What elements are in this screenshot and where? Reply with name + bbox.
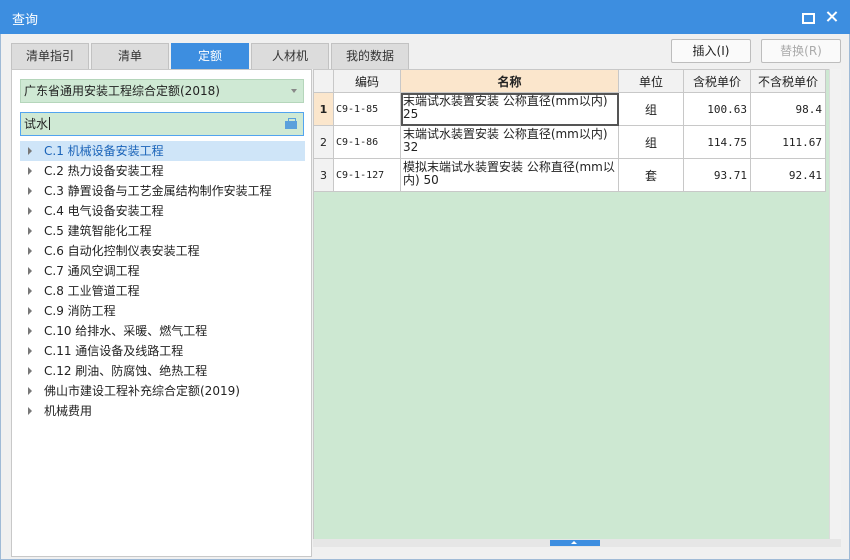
- tree-item-label: C.11 通信设备及线路工程: [44, 344, 184, 358]
- table-corner: [313, 69, 334, 93]
- tree-item-label: 机械费用: [44, 404, 93, 418]
- insert-button[interactable]: 插入(I): [671, 39, 751, 63]
- cell-name[interactable]: 末端试水装置安装 公称直径(mm以内) 32: [400, 125, 619, 159]
- library-select-value: 广东省通用安装工程综合定额(2018): [24, 84, 220, 98]
- column-header-unit[interactable]: 单位: [618, 69, 684, 93]
- column-header-price-notax[interactable]: 不含税单价: [750, 69, 826, 93]
- tree-item[interactable]: C.12 刷油、防腐蚀、绝热工程: [20, 361, 305, 381]
- tree-item[interactable]: C.4 电气设备安装工程: [20, 201, 305, 221]
- results-table: 编码 名称 单位 含税单价 不含税单价 1 C9-1-85 末端试水装置安装 公…: [313, 69, 826, 192]
- tree-item-label: C.12 刷油、防腐蚀、绝热工程: [44, 364, 208, 378]
- tree-item[interactable]: C.11 通信设备及线路工程: [20, 341, 305, 361]
- dialog-body: 清单指引 清单 定额 人材机 我的数据 插入(I) 替换(R) 广东省通用安装工…: [0, 34, 850, 560]
- left-pane: 广东省通用安装工程综合定额(2018) 试水 C.1 机械设备安装工程 C.2 …: [11, 69, 312, 557]
- text-cursor: [49, 117, 51, 130]
- replace-button[interactable]: 替换(R): [761, 39, 841, 63]
- tree-item-label: C.7 通风空调工程: [44, 264, 140, 278]
- row-number: 3: [313, 158, 334, 192]
- cell-unit[interactable]: 套: [618, 158, 684, 192]
- tree-item-label: C.8 工业管道工程: [44, 284, 140, 298]
- tree-item[interactable]: C.1 机械设备安装工程: [20, 141, 305, 161]
- row-number: 1: [313, 92, 334, 126]
- cell-price-notax[interactable]: 98.4: [750, 92, 826, 126]
- expand-arrow-icon[interactable]: [28, 247, 32, 255]
- cell-name[interactable]: 末端试水装置安装 公称直径(mm以内) 25: [400, 92, 619, 126]
- search-input-value: 试水: [24, 117, 49, 131]
- tab-bill[interactable]: 清单: [91, 43, 169, 69]
- cell-unit[interactable]: 组: [618, 92, 684, 126]
- expand-arrow-icon[interactable]: [28, 147, 32, 155]
- cell-code[interactable]: C9-1-86: [333, 125, 401, 159]
- cell-price-tax[interactable]: 100.63: [683, 92, 751, 126]
- search-input[interactable]: 试水: [20, 112, 304, 136]
- expand-arrow-icon[interactable]: [28, 407, 32, 415]
- expand-arrow-icon[interactable]: [28, 387, 32, 395]
- tree-item[interactable]: 佛山市建设工程补充综合定额(2019): [20, 381, 305, 401]
- cell-price-notax[interactable]: 111.67: [750, 125, 826, 159]
- maximize-icon[interactable]: [798, 8, 816, 26]
- column-header-price-tax[interactable]: 含税单价: [683, 69, 751, 93]
- cell-price-tax[interactable]: 114.75: [683, 125, 751, 159]
- tree-item-label: C.10 给排水、采暖、燃气工程: [44, 324, 208, 338]
- tree-item-label: C.3 静置设备与工艺金属结构制作安装工程: [44, 184, 272, 198]
- tree-item[interactable]: C.8 工业管道工程: [20, 281, 305, 301]
- column-header-name[interactable]: 名称: [400, 69, 619, 93]
- library-select[interactable]: 广东省通用安装工程综合定额(2018): [20, 79, 304, 103]
- tree-item-label: C.6 自动化控制仪表安装工程: [44, 244, 200, 258]
- tree-item[interactable]: C.2 热力设备安装工程: [20, 161, 305, 181]
- tree-item[interactable]: C.9 消防工程: [20, 301, 305, 321]
- row-number: 2: [313, 125, 334, 159]
- tab-my-data[interactable]: 我的数据: [331, 43, 409, 69]
- tree-item[interactable]: C.7 通风空调工程: [20, 261, 305, 281]
- cell-name[interactable]: 模拟末端试水装置安装 公称直径(mm以内) 50: [400, 158, 619, 192]
- cell-price-tax[interactable]: 93.71: [683, 158, 751, 192]
- expand-arrow-icon[interactable]: [28, 167, 32, 175]
- expand-arrow-icon[interactable]: [28, 267, 32, 275]
- cell-code[interactable]: C9-1-85: [333, 92, 401, 126]
- tree-item-label: C.1 机械设备安装工程: [44, 144, 164, 158]
- tree-item[interactable]: C.3 静置设备与工艺金属结构制作安装工程: [20, 181, 305, 201]
- vertical-scrollbar[interactable]: [829, 69, 841, 547]
- column-header-code[interactable]: 编码: [333, 69, 401, 93]
- window-title: 查询: [12, 13, 39, 28]
- scroll-thumb[interactable]: [550, 540, 600, 546]
- tree-item-label: C.2 热力设备安装工程: [44, 164, 164, 178]
- tree-item-label: C.5 建筑智能化工程: [44, 224, 152, 238]
- table-row[interactable]: 1 C9-1-85 末端试水装置安装 公称直径(mm以内) 25 组 100.6…: [313, 92, 826, 126]
- expand-arrow-icon[interactable]: [28, 287, 32, 295]
- chevron-down-icon[interactable]: [291, 89, 297, 93]
- tree-item[interactable]: C.10 给排水、采暖、燃气工程: [20, 321, 305, 341]
- title-bar: 查询: [0, 0, 850, 34]
- table-header-row: 编码 名称 单位 含税单价 不含税单价: [313, 69, 826, 93]
- expand-arrow-icon[interactable]: [28, 347, 32, 355]
- cell-price-notax[interactable]: 92.41: [750, 158, 826, 192]
- table-row[interactable]: 3 C9-1-127 模拟末端试水装置安装 公称直径(mm以内) 50 套 93…: [313, 158, 826, 192]
- expand-arrow-icon[interactable]: [28, 367, 32, 375]
- tab-bill-guide[interactable]: 清单指引: [11, 43, 89, 69]
- expand-arrow-icon[interactable]: [28, 187, 32, 195]
- tree-item[interactable]: C.5 建筑智能化工程: [20, 221, 305, 241]
- cell-code[interactable]: C9-1-127: [333, 158, 401, 192]
- tab-labor-material-machine[interactable]: 人材机: [251, 43, 329, 69]
- horizontal-scrollbar[interactable]: [313, 539, 841, 547]
- cell-unit[interactable]: 组: [618, 125, 684, 159]
- tree-item-label: C.4 电气设备安装工程: [44, 204, 164, 218]
- clear-filter-icon[interactable]: [285, 118, 297, 129]
- expand-arrow-icon[interactable]: [28, 227, 32, 235]
- tree-item-label: C.9 消防工程: [44, 304, 116, 318]
- expand-arrow-icon[interactable]: [28, 327, 32, 335]
- tab-quota[interactable]: 定额: [171, 43, 249, 69]
- chapter-tree: C.1 机械设备安装工程 C.2 热力设备安装工程 C.3 静置设备与工艺金属结…: [20, 141, 305, 421]
- table-row[interactable]: 2 C9-1-86 末端试水装置安装 公称直径(mm以内) 32 组 114.7…: [313, 125, 826, 159]
- close-icon[interactable]: [823, 8, 841, 26]
- expand-arrow-icon[interactable]: [28, 207, 32, 215]
- tree-item[interactable]: C.6 自动化控制仪表安装工程: [20, 241, 305, 261]
- tree-item-label: 佛山市建设工程补充综合定额(2019): [44, 384, 240, 398]
- expand-arrow-icon[interactable]: [28, 307, 32, 315]
- tree-item[interactable]: 机械费用: [20, 401, 305, 421]
